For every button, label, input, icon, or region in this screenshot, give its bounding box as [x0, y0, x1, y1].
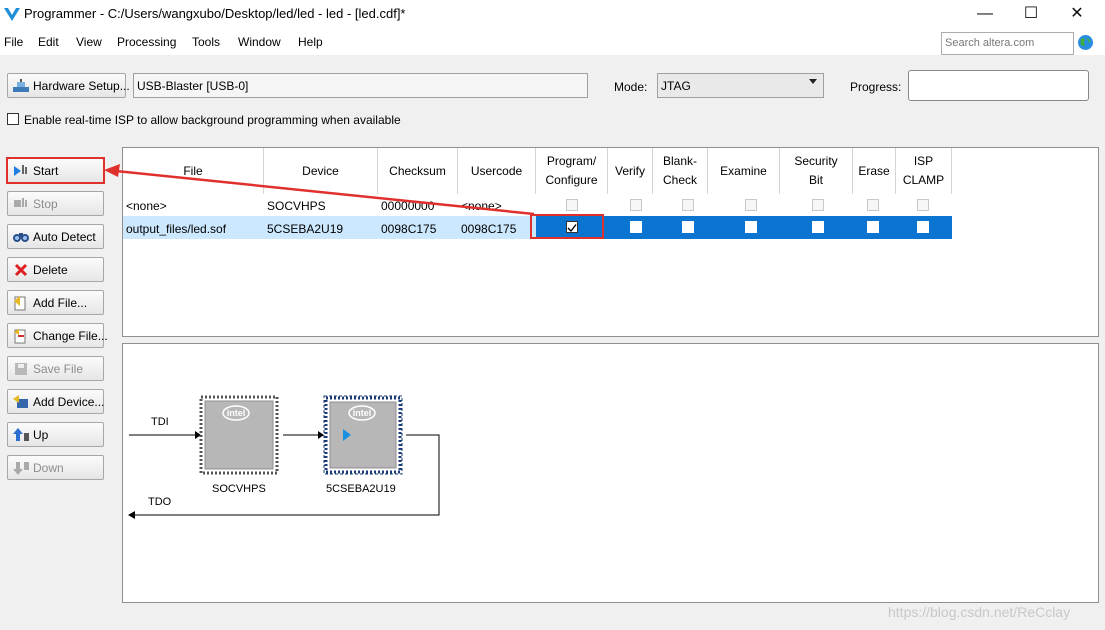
row2-isp-clamp-checkbox[interactable] — [917, 221, 929, 233]
row1-examine-checkbox[interactable] — [745, 199, 757, 211]
delete-label: Delete — [33, 262, 68, 277]
up-icon — [12, 427, 30, 443]
save-file-label: Save File — [33, 361, 84, 376]
chevron-down-icon[interactable] — [809, 79, 817, 84]
start-highlight-box — [6, 157, 105, 184]
menu-bar: File Edit View Processing Tools Window H… — [0, 29, 1105, 55]
delete-icon — [12, 262, 30, 278]
up-button[interactable]: Up — [7, 422, 104, 447]
row1-program-checkbox[interactable] — [566, 199, 578, 211]
save-file-button[interactable]: Save File — [7, 356, 104, 381]
progress-bar — [908, 70, 1089, 101]
chip-5cseba2u19-icon[interactable]: intel — [323, 395, 403, 475]
jtag-chain-diagram: intel SOCVHPS intel 5CSEBA2U19 TDI TDO — [122, 343, 1099, 603]
row2-erase-checkbox[interactable] — [867, 221, 879, 233]
change-file-icon — [12, 328, 30, 344]
stop-label: Stop — [33, 196, 58, 211]
isp-label: Enable real-time ISP to allow background… — [24, 113, 401, 127]
add-device-label: Add Device... — [33, 394, 105, 409]
menu-edit[interactable]: Edit — [38, 35, 59, 49]
row2-usercode: 0098C175 — [461, 222, 517, 236]
save-file-icon — [12, 361, 30, 377]
auto-detect-button[interactable]: Auto Detect — [7, 224, 104, 249]
watermark: https://blog.csdn.net/ReCclay — [888, 604, 1071, 620]
tdi-label: TDI — [151, 416, 169, 428]
down-button[interactable]: Down — [7, 455, 104, 480]
menu-processing[interactable]: Processing — [117, 35, 176, 49]
row1-blank-check-checkbox[interactable] — [682, 199, 694, 211]
window-title: Programmer - C:/Users/wangxubo/Desktop/l… — [24, 6, 406, 21]
column-isp-clamp[interactable]: ISP CLAMP — [896, 148, 952, 194]
chip1-label: SOCVHPS — [212, 483, 266, 495]
delete-button[interactable]: Delete — [7, 257, 104, 282]
hardware-setup-label: Hardware Setup... — [33, 78, 130, 93]
chip2-label: 5CSEBA2U19 — [326, 483, 396, 495]
row2-verify-checkbox[interactable] — [630, 221, 642, 233]
row2-device[interactable]: 5CSEBA2U19 — [267, 222, 343, 236]
menu-window[interactable]: Window — [238, 35, 281, 49]
menu-view[interactable]: View — [76, 35, 102, 49]
change-file-label: Change File... — [33, 328, 108, 343]
up-label: Up — [33, 427, 49, 442]
add-file-button[interactable]: Add File... — [7, 290, 104, 315]
menu-tools[interactable]: Tools — [192, 35, 220, 49]
search-input[interactable]: Search altera.com — [941, 32, 1074, 55]
down-label: Down — [33, 460, 64, 475]
mode-label: Mode: — [614, 80, 648, 94]
program-highlight-box — [530, 214, 604, 239]
globe-icon[interactable] — [1077, 34, 1094, 51]
quartus-logo-icon — [4, 8, 20, 21]
close-button[interactable]: ✕ — [1054, 0, 1100, 29]
row1-erase-checkbox[interactable] — [867, 199, 879, 211]
change-file-button[interactable]: Change File... — [7, 323, 108, 348]
column-examine[interactable]: Examine — [708, 148, 780, 194]
isp-checkbox[interactable] — [7, 113, 19, 125]
progress-label: Progress: — [850, 80, 902, 94]
add-file-icon — [12, 295, 30, 311]
hardware-field: USB-Blaster [USB-0] — [133, 73, 588, 98]
row2-examine-checkbox[interactable] — [745, 221, 757, 233]
svg-text:intel: intel — [353, 408, 372, 418]
column-verify[interactable]: Verify — [608, 148, 653, 194]
auto-detect-label: Auto Detect — [33, 229, 96, 244]
stop-icon — [12, 196, 30, 212]
row2-file[interactable]: output_files/led.sof — [126, 222, 226, 236]
row1-isp-clamp-checkbox[interactable] — [917, 199, 929, 211]
menu-file[interactable]: File — [4, 35, 23, 49]
column-erase[interactable]: Erase — [853, 148, 896, 194]
stop-button[interactable]: Stop — [7, 191, 104, 216]
hardware-setup-button[interactable]: Hardware Setup... — [7, 73, 130, 98]
title-bar: Programmer - C:/Users/wangxubo/Desktop/l… — [0, 0, 1105, 29]
chip-socvhps-icon[interactable]: intel — [199, 395, 279, 475]
minimize-button[interactable]: — — [962, 0, 1008, 29]
menu-help[interactable]: Help — [298, 35, 323, 49]
mode-select[interactable]: JTAG — [657, 73, 824, 98]
tdo-label: TDO — [148, 496, 172, 508]
row1-verify-checkbox[interactable] — [630, 199, 642, 211]
row2-security-bit-checkbox[interactable] — [812, 221, 824, 233]
add-file-label: Add File... — [33, 295, 88, 310]
auto-detect-icon — [12, 229, 30, 245]
column-security-bit[interactable]: Security Bit — [780, 148, 853, 194]
column-program-configure[interactable]: Program/Configure — [536, 148, 608, 194]
column-blank-check[interactable]: Blank- Check — [653, 148, 708, 194]
maximize-button[interactable]: ☐ — [1008, 0, 1054, 29]
row2-checksum: 0098C175 — [381, 222, 437, 236]
row2-blank-check-checkbox[interactable] — [682, 221, 694, 233]
add-device-icon — [12, 394, 30, 410]
svg-text:intel: intel — [227, 408, 246, 418]
add-device-button[interactable]: Add Device... — [7, 389, 104, 414]
row1-security-bit-checkbox[interactable] — [812, 199, 824, 211]
annotation-arrow-icon — [104, 164, 535, 216]
down-icon — [12, 460, 30, 476]
hardware-icon — [12, 78, 30, 94]
